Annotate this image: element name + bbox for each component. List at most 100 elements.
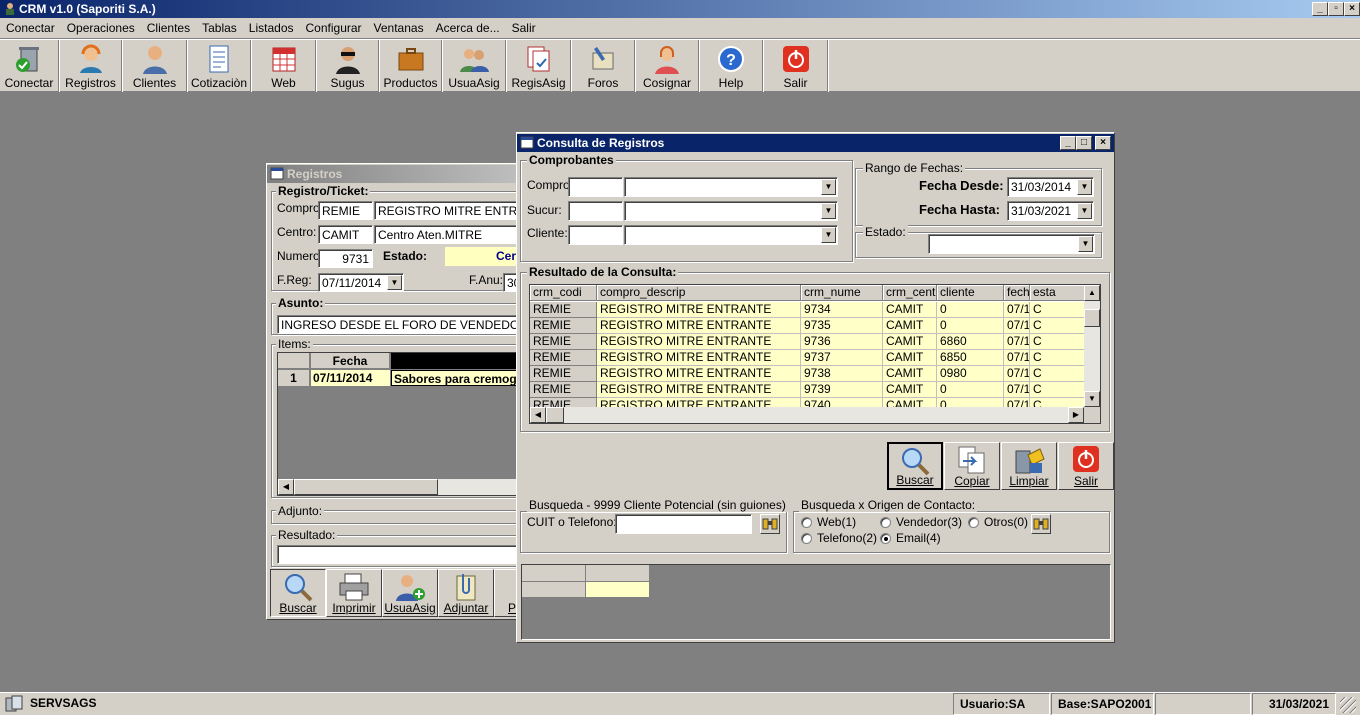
col-crm-centr[interactable]: crm_centr <box>883 285 937 301</box>
freg-dropdown-button[interactable]: ▼ <box>387 275 402 290</box>
menu-configurar[interactable]: Configurar <box>300 19 368 37</box>
cell-compro-descrip[interactable]: REGISTRO MITRE ENTRANTE <box>597 350 801 366</box>
cell-fech[interactable]: 07/1 <box>1004 350 1030 366</box>
cell-crm-centr[interactable]: CAMIT <box>883 318 937 334</box>
cell-crm-codi[interactable]: REMIE <box>530 318 597 334</box>
cell-fech[interactable]: 07/1 <box>1004 366 1030 382</box>
toolbar-cosignar-button[interactable]: Cosignar <box>636 40 699 92</box>
radio-web-label[interactable]: Web(1) <box>817 515 856 529</box>
registros-items-grid[interactable]: Fecha 1 07/11/2014 Sabores para cremogen… <box>277 352 536 496</box>
menu-listados[interactable]: Listados <box>243 19 300 37</box>
cell-crm-centr[interactable]: CAMIT <box>883 302 937 318</box>
cell-crm-codi[interactable]: REMIE <box>530 350 597 366</box>
toolbar-help-button[interactable]: ? Help <box>700 40 763 92</box>
menu-salir[interactable]: Salir <box>506 19 542 37</box>
col-crm-nume[interactable]: crm_nume <box>801 285 883 301</box>
cell-crm-codi[interactable]: REMIE <box>530 302 597 318</box>
fecha-hasta-field[interactable]: 31/03/2021 ▼ <box>1007 201 1094 221</box>
consulta-cliente-code-field[interactable] <box>568 225 623 245</box>
consulta-sucur-select[interactable]: ▼ <box>624 201 838 221</box>
toolbar-salir-button[interactable]: Salir <box>764 40 828 92</box>
consulta-copiar-button[interactable]: Copiar <box>944 442 1000 490</box>
cell-crm-codi[interactable]: REMIE <box>530 366 597 382</box>
cell-esta[interactable]: C <box>1030 350 1086 366</box>
toolbar-foros-button[interactable]: Foros <box>572 40 635 92</box>
detail-grid[interactable] <box>521 564 1111 640</box>
consulta-minimize-button[interactable]: _ <box>1060 136 1076 150</box>
cell-crm-nume[interactable]: 9736 <box>801 334 883 350</box>
table-row[interactable]: REMIE REGISTRO MITRE ENTRANTE 9734 CAMIT 0 07… <box>530 302 1086 318</box>
cell-crm-nume[interactable]: 9735 <box>801 318 883 334</box>
fecha-desde-field[interactable]: 31/03/2014 ▼ <box>1007 177 1094 197</box>
radio-vendedor[interactable] <box>880 517 891 528</box>
cell-crm-centr[interactable]: CAMIT <box>883 366 937 382</box>
table-row[interactable]: REMIE REGISTRO MITRE ENTRANTE 9739 CAMIT 0 07… <box>530 382 1086 398</box>
toolbar-clientes-button[interactable]: Clientes <box>123 40 187 92</box>
menu-ventanas[interactable]: Ventanas <box>368 19 430 37</box>
toolbar-cotizacion-button[interactable]: Cotizaciòn <box>188 40 251 92</box>
cell-cliente[interactable]: 6850 <box>937 350 1004 366</box>
radio-otros[interactable] <box>968 517 979 528</box>
consulta-buscar-button[interactable]: Buscar <box>887 442 943 490</box>
registros-imprimir-button[interactable]: Imprimir <box>326 569 382 617</box>
detail-grid-cell[interactable] <box>586 582 650 597</box>
cell-crm-nume[interactable]: 9739 <box>801 382 883 398</box>
cell-cliente[interactable]: 0 <box>937 318 1004 334</box>
cell-cliente[interactable]: 0 <box>937 302 1004 318</box>
restore-button[interactable]: ▫ <box>1328 2 1344 16</box>
col-fech[interactable]: fech <box>1004 285 1030 301</box>
cell-compro-descrip[interactable]: REGISTRO MITRE ENTRANTE <box>597 382 801 398</box>
menu-acerca[interactable]: Acerca de... <box>430 19 506 37</box>
radio-web[interactable] <box>801 517 812 528</box>
items-row-fecha[interactable]: 07/11/2014 <box>311 370 390 386</box>
cell-esta[interactable]: C <box>1030 318 1086 334</box>
consulta-maximize-button[interactable]: □ <box>1076 136 1092 150</box>
consulta-salir-button[interactable]: Salir <box>1058 442 1114 490</box>
col-esta[interactable]: esta <box>1030 285 1086 301</box>
cell-compro-descrip[interactable]: REGISTRO MITRE ENTRANTE <box>597 366 801 382</box>
origen-search-button[interactable] <box>1031 514 1051 534</box>
toolbar-usuaasig-button[interactable]: UsuaAsig <box>443 40 506 92</box>
toolbar-productos-button[interactable]: Productos <box>380 40 442 92</box>
table-row[interactable]: REMIE REGISTRO MITRE ENTRANTE 9737 CAMIT 685… <box>530 350 1086 366</box>
cell-fech[interactable]: 07/1 <box>1004 382 1030 398</box>
cuit-search-button[interactable] <box>760 514 780 534</box>
registros-freg-field[interactable]: 07/11/2014 ▼ <box>318 273 404 292</box>
cliente-dropdown-button[interactable]: ▼ <box>821 227 836 243</box>
cell-crm-codi[interactable]: REMIE <box>530 334 597 350</box>
cell-esta[interactable]: C <box>1030 302 1086 318</box>
registros-centro-desc-field[interactable]: Centro Aten.MITRE <box>374 225 534 244</box>
cell-esta[interactable]: C <box>1030 334 1086 350</box>
cell-compro-descrip[interactable]: REGISTRO MITRE ENTRANTE <box>597 318 801 334</box>
cell-fech[interactable]: 07/1 <box>1004 318 1030 334</box>
menu-conectar[interactable]: Conectar <box>0 19 61 37</box>
registros-usuaasig-button[interactable]: UsuaAsig <box>382 569 438 617</box>
toolbar-web-button[interactable]: Web <box>252 40 316 92</box>
estado-dropdown-button[interactable]: ▼ <box>1078 236 1093 252</box>
cell-esta[interactable]: C <box>1030 382 1086 398</box>
consulta-estado-select[interactable]: ▼ <box>928 234 1095 254</box>
items-row-desc[interactable]: Sabores para cremogeno <box>391 370 536 386</box>
menu-tablas[interactable]: Tablas <box>196 19 243 37</box>
consulta-compro-code-field[interactable] <box>568 177 623 197</box>
consulta-limpiar-button[interactable]: Limpiar <box>1001 442 1057 490</box>
cell-crm-nume[interactable]: 9734 <box>801 302 883 318</box>
cell-cliente[interactable]: 0980 <box>937 366 1004 382</box>
toolbar-regisasig-button[interactable]: RegisAsig <box>507 40 571 92</box>
toolbar-registros-button[interactable]: Registros <box>60 40 122 92</box>
cell-cliente[interactable]: 6860 <box>937 334 1004 350</box>
scroll-down-button[interactable]: ▼ <box>1084 391 1100 407</box>
compro-dropdown-button[interactable]: ▼ <box>821 179 836 195</box>
scroll-up-button[interactable]: ▲ <box>1084 285 1100 301</box>
radio-otros-label[interactable]: Otros(0) <box>984 515 1028 529</box>
cell-esta[interactable]: C <box>1030 366 1086 382</box>
scroll-right-button[interactable]: ▶ <box>1068 407 1084 423</box>
scroll-v-thumb[interactable] <box>1084 309 1100 327</box>
radio-email[interactable] <box>880 533 891 544</box>
cell-compro-descrip[interactable]: REGISTRO MITRE ENTRANTE <box>597 302 801 318</box>
consulta-cliente-select[interactable]: ▼ <box>624 225 838 245</box>
cell-crm-nume[interactable]: 9737 <box>801 350 883 366</box>
scroll-h-thumb[interactable] <box>546 407 564 423</box>
table-row[interactable]: REMIE REGISTRO MITRE ENTRANTE 9736 CAMIT 686… <box>530 334 1086 350</box>
consulta-compro-select[interactable]: ▼ <box>624 177 838 197</box>
